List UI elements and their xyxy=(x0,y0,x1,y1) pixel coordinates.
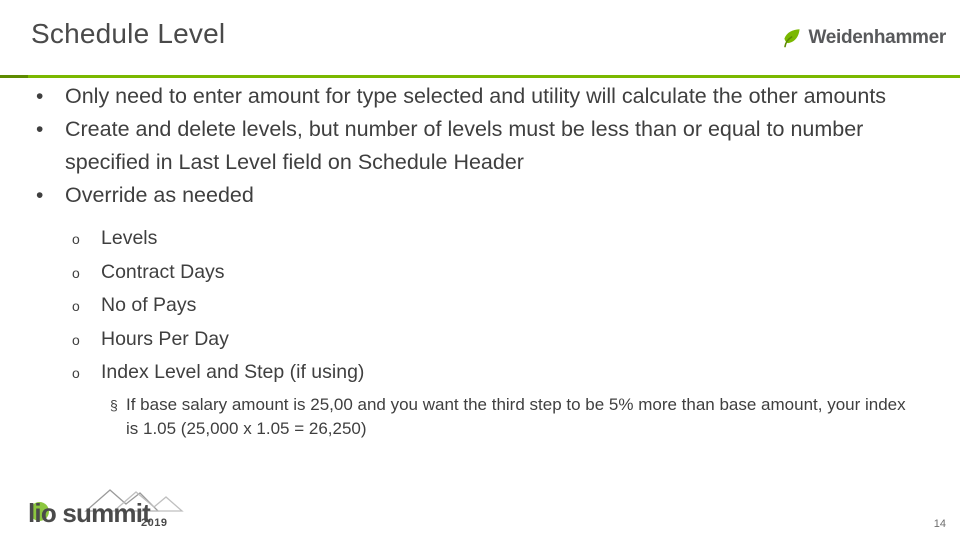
bullet-marker: o xyxy=(72,264,80,281)
list-item: o No of Pays xyxy=(0,289,960,323)
footer-logo-text: lio summit xyxy=(28,498,151,528)
header-divider xyxy=(0,75,960,78)
list-item-text: If base salary amount is 25,00 and you w… xyxy=(126,394,906,438)
bullet-marker: o xyxy=(72,231,80,247)
bullet-marker: • xyxy=(36,85,44,108)
bullet-list-level-3: § If base salary amount is 25,00 and you… xyxy=(0,393,960,441)
slide-content: • Only need to enter amount for type sel… xyxy=(0,80,960,441)
bullet-marker: • xyxy=(36,184,44,207)
list-item-text: Contract Days xyxy=(101,260,225,283)
brand-name: Weidenhammer xyxy=(808,27,946,48)
list-item-text: Create and delete levels, but number of … xyxy=(65,117,864,174)
list-item-text: Override as needed xyxy=(65,183,254,207)
list-item-text: Hours Per Day xyxy=(101,327,229,350)
bullet-marker: o xyxy=(72,365,80,381)
footer-logo: lio summit 2019 xyxy=(28,486,196,532)
list-item: • Create and delete levels, but number o… xyxy=(0,113,900,179)
list-item: § If base salary amount is 25,00 and you… xyxy=(0,393,920,441)
slide-header: Schedule Level Weidenhammer xyxy=(0,0,960,78)
bullet-list-level-2: o Levels o Contract Days o No of Pays o … xyxy=(0,222,960,390)
list-item: o Levels xyxy=(0,222,960,256)
footer-logo-year: 2019 xyxy=(141,517,168,529)
list-item: o Index Level and Step (if using) xyxy=(0,356,960,390)
list-item-text: No of Pays xyxy=(101,294,197,316)
list-item-text: Index Level and Step (if using) xyxy=(101,361,365,383)
list-item: o Hours Per Day xyxy=(0,323,960,357)
list-item: o Contract Days xyxy=(0,256,960,290)
header-divider-accent xyxy=(0,75,28,78)
list-item-text: Only need to enter amount for type selec… xyxy=(65,84,887,108)
leaf-icon xyxy=(782,28,802,48)
list-item: • Only need to enter amount for type sel… xyxy=(0,80,900,113)
page-number: 14 xyxy=(933,518,946,530)
bullet-marker: o xyxy=(72,298,80,314)
list-item-text: Levels xyxy=(101,227,158,249)
list-item: • Override as needed xyxy=(0,179,900,212)
brand-logo: Weidenhammer xyxy=(782,27,946,49)
bullet-marker: § xyxy=(110,396,118,413)
bullet-marker: • xyxy=(36,118,44,141)
bullet-list-level-1: • Only need to enter amount for type sel… xyxy=(0,80,960,212)
bullet-marker: o xyxy=(72,331,80,348)
page-title: Schedule Level xyxy=(31,18,226,49)
